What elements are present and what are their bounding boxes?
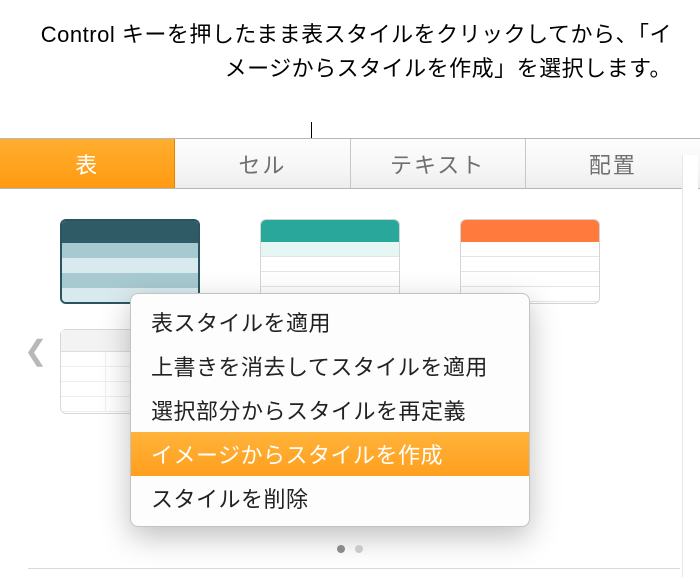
menu-apply-style[interactable]: 表スタイルを適用	[131, 300, 529, 344]
tab-arrange[interactable]: 配置	[526, 139, 700, 188]
table-styles-area: ❮ 表スタイルを適用 上書きを消去してスタイルを適用 選択部分からスタイルを再定…	[0, 189, 700, 414]
table-style-context-menu: 表スタイルを適用 上書きを消去してスタイルを適用 選択部分からスタイルを再定義 …	[130, 293, 530, 527]
menu-label: 表スタイルを適用	[151, 311, 331, 336]
tab-label: セル	[238, 148, 286, 180]
menu-label: スタイルを削除	[151, 487, 309, 512]
menu-label: イメージからスタイルを作成	[151, 443, 443, 468]
chevron-left-icon[interactable]: ❮	[24, 334, 47, 367]
help-annotation: Control キーを押したまま表スタイルをクリックしてから、「イメージからスタ…	[0, 0, 700, 96]
divider	[28, 568, 680, 569]
tab-table[interactable]: 表	[0, 139, 175, 188]
menu-delete-style[interactable]: スタイルを削除	[131, 476, 529, 520]
style-row-1	[60, 219, 670, 304]
tab-label: テキスト	[390, 148, 485, 180]
tab-cell[interactable]: セル	[175, 139, 350, 188]
menu-redefine-from-selection[interactable]: 選択部分からスタイルを再定義	[131, 388, 529, 432]
menu-label: 選択部分からスタイルを再定義	[151, 399, 466, 424]
menu-label: 上書きを消去してスタイルを適用	[151, 355, 488, 380]
table-style-swatch[interactable]	[260, 219, 400, 304]
format-panel: 表 セル テキスト 配置	[0, 138, 700, 577]
menu-create-style-from-image[interactable]: イメージからスタイルを作成	[131, 432, 529, 476]
scrollbar-track[interactable]	[682, 155, 698, 577]
pager-dot[interactable]	[337, 545, 345, 553]
table-style-swatch[interactable]	[460, 219, 600, 304]
tab-label: 配置	[589, 148, 637, 180]
table-style-swatch[interactable]	[60, 219, 200, 304]
menu-clear-overrides-apply[interactable]: 上書きを消去してスタイルを適用	[131, 344, 529, 388]
pager-dot[interactable]	[355, 545, 363, 553]
tab-label: 表	[75, 148, 99, 180]
annotation-text: Control キーを押したまま表スタイルをクリックしてから、「イメージからスタ…	[41, 22, 672, 81]
tab-text[interactable]: テキスト	[351, 139, 526, 188]
style-pager	[337, 545, 363, 553]
inspector-tabs: 表 セル テキスト 配置	[0, 139, 700, 189]
